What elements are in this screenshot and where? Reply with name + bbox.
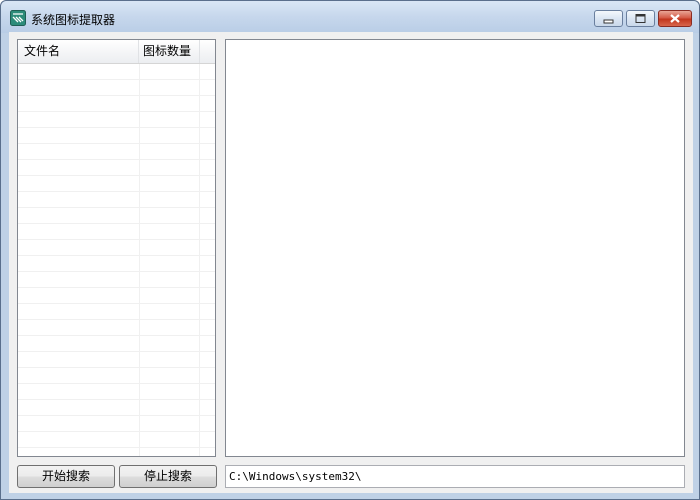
column-header-icon-count[interactable]: 图标数量	[139, 40, 200, 63]
column-header-filename[interactable]: 文件名	[18, 40, 139, 63]
close-icon	[670, 14, 680, 23]
path-input[interactable]	[225, 465, 685, 488]
start-search-button[interactable]: 开始搜索	[17, 465, 115, 488]
column-header-filler	[200, 40, 215, 63]
client-area: 文件名 图标数量 开始搜索 停止搜索	[9, 32, 693, 493]
file-list[interactable]: 文件名 图标数量	[17, 39, 216, 457]
icon-preview-panel[interactable]	[225, 39, 685, 457]
maximize-button[interactable]	[626, 10, 655, 27]
window-title: 系统图标提取器	[31, 13, 116, 27]
minimize-icon	[603, 19, 614, 24]
title-bar[interactable]: 系统图标提取器	[1, 1, 699, 33]
close-button[interactable]	[658, 10, 692, 27]
list-body[interactable]	[18, 64, 215, 456]
list-header: 文件名 图标数量	[18, 40, 215, 64]
app-icon	[10, 10, 26, 26]
maximize-icon	[635, 14, 646, 23]
stop-search-button[interactable]: 停止搜索	[119, 465, 217, 488]
minimize-button[interactable]	[594, 10, 623, 27]
app-window: 系统图标提取器 文件名 图标数量 开始搜索 停止搜索 C:\Windows\sy…	[0, 0, 700, 500]
